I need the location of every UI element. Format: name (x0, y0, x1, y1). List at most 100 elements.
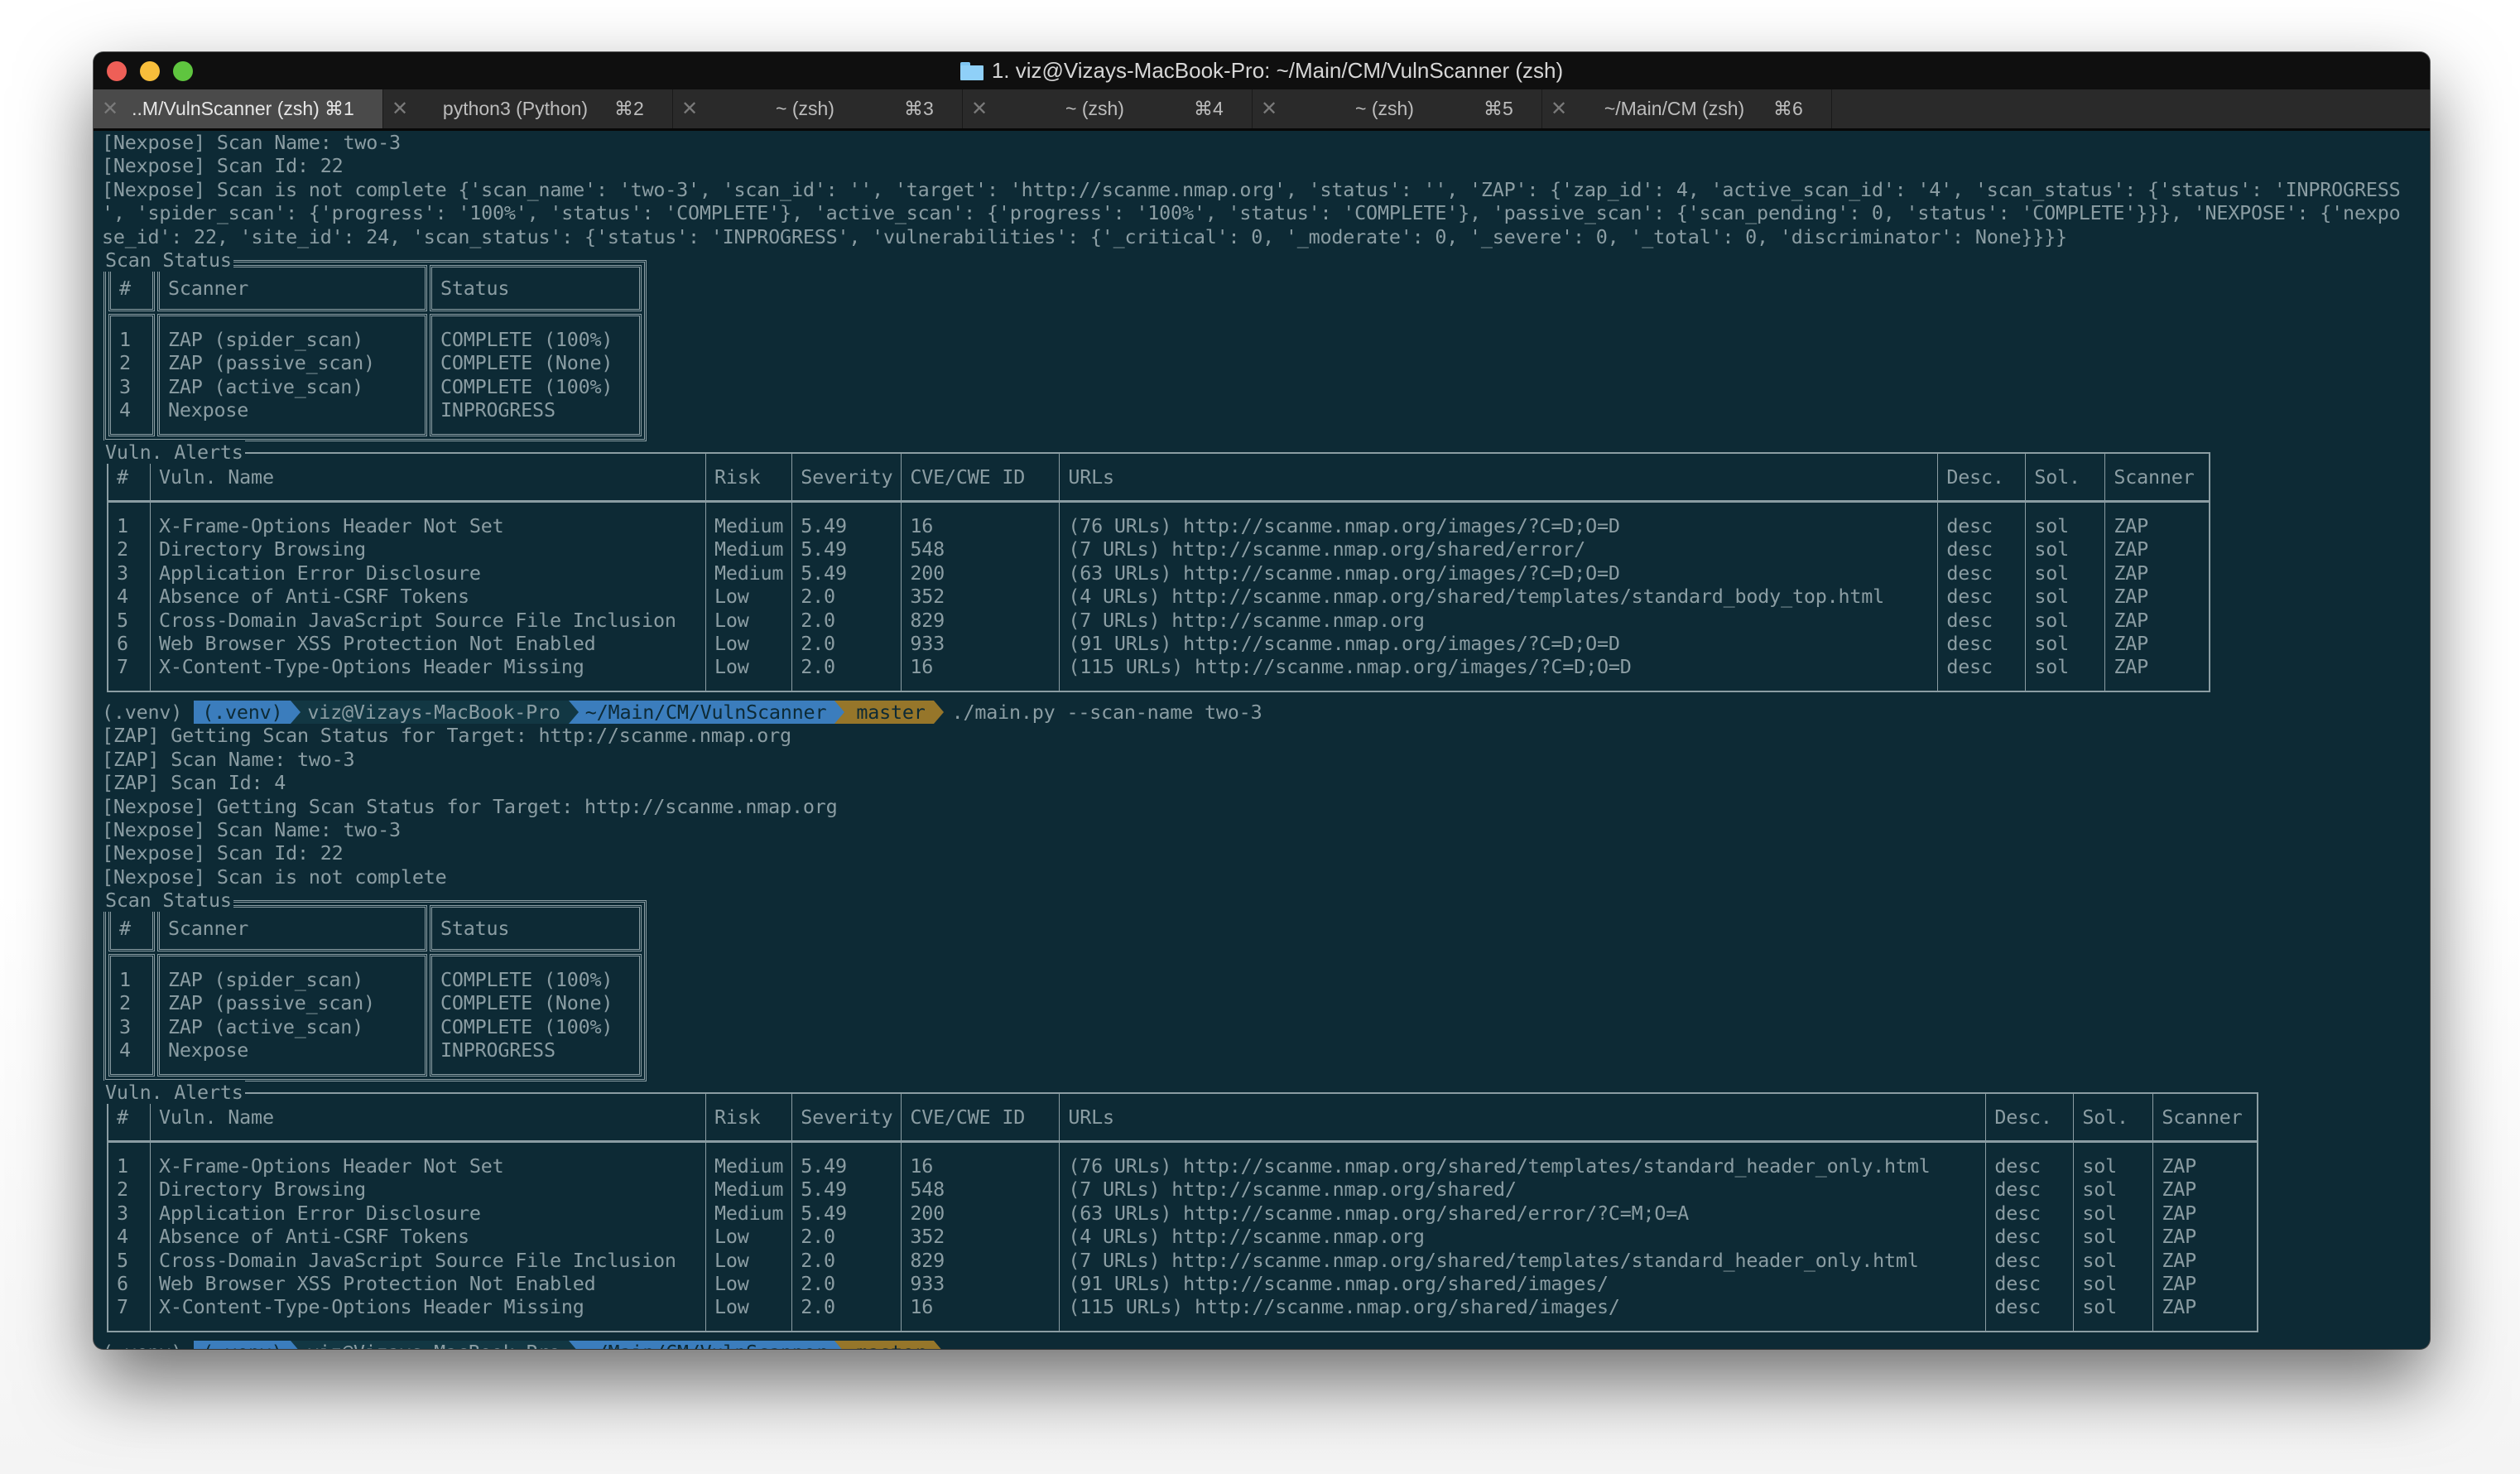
column-header: Severity (792, 1094, 902, 1144)
table-cell: desc (1946, 655, 1993, 679)
terminal-output[interactable]: [Nexpose] Scan Name: two-3 [Nexpose] Scan… (102, 131, 2421, 1349)
tab-close-icon[interactable]: ✕ (94, 97, 127, 121)
table-cell: desc (1994, 1201, 2041, 1225)
vuln-alerts-table-title: Vuln. Alerts (102, 440, 245, 465)
table-cell: Low (714, 1225, 749, 1249)
table-cell: sol (2034, 655, 2070, 679)
output-line: [ZAP] Scan Name: two-3 (102, 747, 355, 771)
output-line: [Nexpose] Scan is not complete {'scan_na… (102, 177, 2401, 201)
tab-close-icon[interactable]: ✕ (673, 97, 706, 121)
output-line: [Nexpose] Scan is not complete (102, 865, 447, 889)
table-cell: 5.49 (801, 1178, 847, 1202)
column-header: URLs (1060, 1094, 1987, 1144)
table-cell: 829 (910, 1248, 945, 1272)
table-cell: (76 URLs) http://scanme.nmap.org/images/… (1068, 513, 1620, 537)
tab-label: ..M/VulnScanner (zsh) (132, 98, 320, 119)
row-number: 7 (117, 655, 128, 679)
table-cell: Medium (714, 1201, 784, 1225)
row-number: 1 (119, 968, 131, 992)
table-cell: sol (2082, 1225, 2118, 1249)
table-cell: COMPLETE (None) (440, 991, 613, 1015)
table-cell: (7 URLs) http://scanme.nmap.org/shared/ (1068, 1178, 1517, 1202)
tab-5[interactable]: ✕ ~ (zsh) ⌘5 (1253, 89, 1542, 128)
tab-label: python3 (Python) (442, 98, 589, 119)
tab-shortcut: ⌘4 (1194, 98, 1224, 119)
table-cell: sol (2034, 585, 2070, 609)
column-header: Desc. (1986, 1094, 2075, 1144)
table-cell: (63 URLs) http://scanme.nmap.org/shared/… (1068, 1201, 1690, 1225)
prompt-venv-segment: (.venv) (194, 700, 301, 725)
table-cell: desc (1946, 561, 1993, 585)
window-title-text: 1. viz@Vizays-MacBook-Pro: ~/Main/CM/Vul… (991, 58, 1564, 83)
tab-shortcut: ⌘5 (1484, 98, 1513, 119)
table-cell: sol (2034, 537, 2070, 561)
table-cell: ZAP (2114, 585, 2149, 609)
tab-3[interactable]: ✕ ~ (zsh) ⌘3 (673, 89, 963, 128)
row-number: 3 (117, 561, 128, 585)
table-cell: sol (2034, 608, 2070, 632)
column-header: URLs (1060, 453, 1939, 503)
tab-1[interactable]: ✕ ..M/VulnScanner (zsh) ⌘1 (94, 89, 383, 128)
table-cell: Application Error Disclosure (159, 561, 481, 585)
tab-6[interactable]: ✕ ~/Main/CM (zsh) ⌘6 (1542, 89, 1832, 128)
table-cell: Medium (714, 561, 784, 585)
command-text: ./main.py --scan-name two-3 (951, 700, 1262, 724)
output-line: [Nexpose] Getting Scan Status for Target… (102, 794, 838, 818)
table-cell: ZAP (2114, 561, 2149, 585)
tab-close-icon[interactable]: ✕ (1253, 97, 1286, 121)
table-cell: 200 (910, 1201, 945, 1225)
row-number: 6 (117, 631, 128, 655)
table-cell: sol (2082, 1154, 2118, 1178)
table-cell: desc (1994, 1154, 2041, 1178)
output-line: ', 'spider_scan': {'progress': '100%', '… (102, 201, 2401, 225)
table-cell: Application Error Disclosure (159, 1201, 481, 1225)
table-cell: X-Frame-Options Header Not Set (159, 1154, 504, 1178)
table-cell: INPROGRESS (440, 398, 555, 422)
row-number: 1 (119, 327, 131, 351)
table-cell: sol (2082, 1201, 2118, 1225)
row-number: 5 (117, 608, 128, 632)
table-cell: Low (714, 1272, 749, 1296)
table-cell: X-Content-Type-Options Header Missing (159, 1295, 584, 1319)
row-number: 5 (117, 1248, 128, 1272)
maximize-window-button[interactable] (173, 61, 193, 81)
column-header: Severity (792, 453, 902, 503)
table-cell: ZAP (active_scan) (168, 374, 364, 398)
tab-close-icon[interactable]: ✕ (963, 97, 996, 121)
table-cell: Absence of Anti-CSRF Tokens (159, 585, 469, 609)
table-cell: 352 (910, 585, 945, 609)
table-cell: Directory Browsing (159, 537, 366, 561)
minimize-window-button[interactable] (140, 61, 160, 81)
table-cell: Nexpose (168, 398, 249, 422)
tab-4[interactable]: ✕ ~ (zsh) ⌘4 (963, 89, 1253, 128)
prompt-git-segment: master (834, 1341, 944, 1349)
tab-shortcut: ⌘6 (1773, 98, 1803, 119)
vuln-alerts-table: Vuln. Alerts # Vuln. Name Risk Severity CVE/C… (102, 1081, 2421, 1341)
table-cell: 933 (910, 631, 945, 655)
prompt-git-segment: master (834, 700, 944, 725)
tab-close-icon[interactable]: ✕ (383, 97, 416, 121)
scan-status-table: Scan Status # Scanner Status 1 2 3 4 ZAP (spider… (102, 248, 2421, 441)
output-line: [Nexpose] Scan Id: 22 (102, 154, 344, 178)
table-cell: 2.0 (801, 631, 835, 655)
window-controls (107, 61, 193, 81)
table-cell: desc (1946, 513, 1993, 537)
tab-2[interactable]: ✕ python3 (Python) ⌘2 (383, 89, 673, 128)
table-cell: 548 (910, 537, 945, 561)
row-number: 1 (117, 513, 128, 537)
table-cell: 2.0 (801, 655, 835, 679)
shell-prompt: (.venv)(.venv)viz@Vizays-MacBook-Pro~/Ma… (102, 1341, 2421, 1349)
table-cell: (115 URLs) http://scanme.nmap.org/images… (1068, 655, 1632, 679)
column-header: Scanner (2105, 454, 2210, 503)
table-cell: ZAP (2162, 1201, 2197, 1225)
close-window-button[interactable] (107, 61, 127, 81)
tab-bar: ✕ ..M/VulnScanner (zsh) ⌘1 ✕ python3 (Python… (94, 89, 2430, 131)
table-cell: ZAP (2114, 631, 2149, 655)
prompt-path-segment: ~/Main/CM/VulnScanner (568, 1341, 844, 1349)
prompt-host-segment: viz@Vizays-MacBook-Pro (291, 700, 580, 725)
table-cell: COMPLETE (100%) (440, 1014, 613, 1038)
tab-close-icon[interactable]: ✕ (1542, 97, 1575, 121)
column-header: Scanner (2153, 1094, 2258, 1144)
table-cell: sol (2034, 561, 2070, 585)
table-cell: (91 URLs) http://scanme.nmap.org/images/… (1068, 631, 1620, 655)
